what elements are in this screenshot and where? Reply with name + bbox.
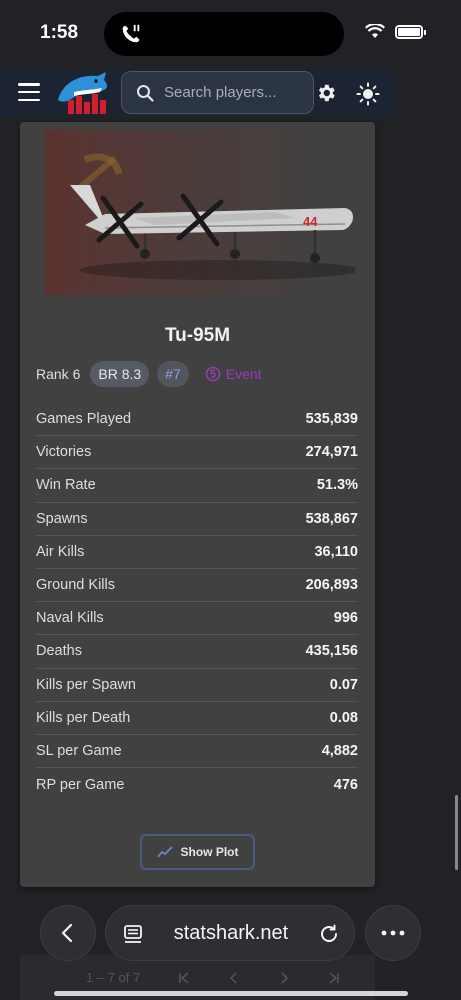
stat-value: 206,893: [305, 577, 358, 594]
stat-value: 0.08: [329, 709, 358, 726]
stat-label: Kills per Spawn: [36, 676, 136, 693]
br-chip: BR 8.3: [90, 361, 150, 387]
stat-row: Spawns 538,867: [36, 503, 358, 536]
stat-row: Air Kills 36,110: [36, 536, 358, 569]
stat-label: Games Played: [36, 411, 132, 428]
browser-back-button[interactable]: [40, 905, 96, 961]
stat-label: RP per Game: [36, 776, 125, 793]
stat-row: Naval Kills 996: [36, 602, 358, 636]
event-chip: Event: [197, 361, 270, 387]
status-bar: 1:58: [0, 0, 461, 66]
vehicle-image: 44: [45, 130, 355, 295]
event-label: Event: [225, 366, 262, 382]
gear-icon[interactable]: [315, 82, 337, 104]
menu-icon[interactable]: [18, 83, 40, 101]
address-bar[interactable]: statshark.net: [105, 905, 355, 961]
position-chip: #7: [157, 361, 189, 387]
prev-page-icon[interactable]: [228, 971, 240, 984]
search-input[interactable]: [164, 84, 304, 101]
stat-label: SL per Game: [36, 742, 122, 759]
stat-value: 535,839: [305, 411, 358, 428]
stats-table: Games Played 535,839 Victories 274,971 Win…: [36, 403, 358, 801]
sun-icon[interactable]: [356, 82, 380, 106]
tail-number: 44: [303, 214, 318, 229]
pager-range: 1 – 7 of 7: [86, 970, 141, 985]
vehicle-name: Tu-95M: [164, 325, 231, 346]
vehicle-badges: Rank 6 BR 8.3 #7 Event: [36, 361, 270, 387]
vehicle-card: 44 Tu-95M Rank 6 BR 8.3 #7 Event Games P…: [20, 122, 375, 887]
stat-row: SL per Game 4,882: [36, 735, 358, 769]
stat-row: Deaths 435,156: [36, 635, 358, 669]
next-page-icon[interactable]: [278, 971, 290, 984]
trend-chart-icon: [156, 846, 173, 858]
phone-call-icon: [122, 24, 140, 43]
stat-label: Win Rate: [36, 477, 96, 494]
stat-value: 36,110: [314, 543, 358, 560]
stat-label: Air Kills: [36, 543, 85, 560]
stat-row: Win Rate 51.3%: [36, 469, 358, 503]
first-page-icon[interactable]: [178, 971, 190, 984]
battery-icon: [395, 24, 426, 39]
stat-row: Kills per Spawn 0.07: [36, 669, 358, 702]
stat-value: 274,971: [305, 444, 358, 461]
stat-label: Ground Kills: [36, 577, 115, 594]
search-bar[interactable]: [121, 71, 314, 114]
more-options-button[interactable]: [365, 905, 421, 961]
stat-row: Victories 274,971: [36, 436, 358, 470]
wifi-icon: [365, 24, 385, 38]
stat-row: Kills per Death 0.08: [36, 702, 358, 735]
stat-row: Games Played 535,839: [36, 403, 358, 437]
stat-label: Spawns: [36, 510, 88, 527]
search-icon: [137, 84, 154, 102]
home-indicator[interactable]: [54, 991, 408, 996]
stat-row: Ground Kills 206,893: [36, 569, 358, 603]
stat-label: Victories: [36, 444, 92, 461]
show-plot-button[interactable]: Show Plot: [140, 834, 255, 870]
dynamic-island[interactable]: [104, 12, 344, 56]
chevron-left-icon: [61, 923, 73, 943]
ellipsis-icon: [381, 930, 405, 936]
stat-value: 538,867: [305, 510, 358, 527]
stat-row: RP per Game 476: [36, 768, 358, 801]
app-header: [0, 70, 395, 116]
show-plot-label: Show Plot: [180, 845, 239, 859]
status-time: 1:58: [40, 22, 79, 43]
scrollbar[interactable]: [455, 795, 458, 870]
reload-icon[interactable]: [318, 923, 340, 945]
stat-value: 996: [333, 610, 358, 627]
stat-label: Naval Kills: [36, 610, 104, 627]
stat-value: 51.3%: [316, 477, 358, 494]
rank-label: Rank 6: [36, 366, 81, 382]
stat-value: 476: [333, 776, 358, 793]
event-icon: [205, 366, 220, 382]
stat-value: 4,882: [321, 742, 358, 759]
stat-value: 0.07: [329, 676, 358, 693]
last-page-icon[interactable]: [328, 971, 340, 984]
stat-label: Deaths: [36, 643, 82, 660]
stat-value: 435,156: [305, 643, 358, 660]
stat-label: Kills per Death: [36, 709, 131, 726]
statshark-logo[interactable]: [54, 70, 112, 116]
